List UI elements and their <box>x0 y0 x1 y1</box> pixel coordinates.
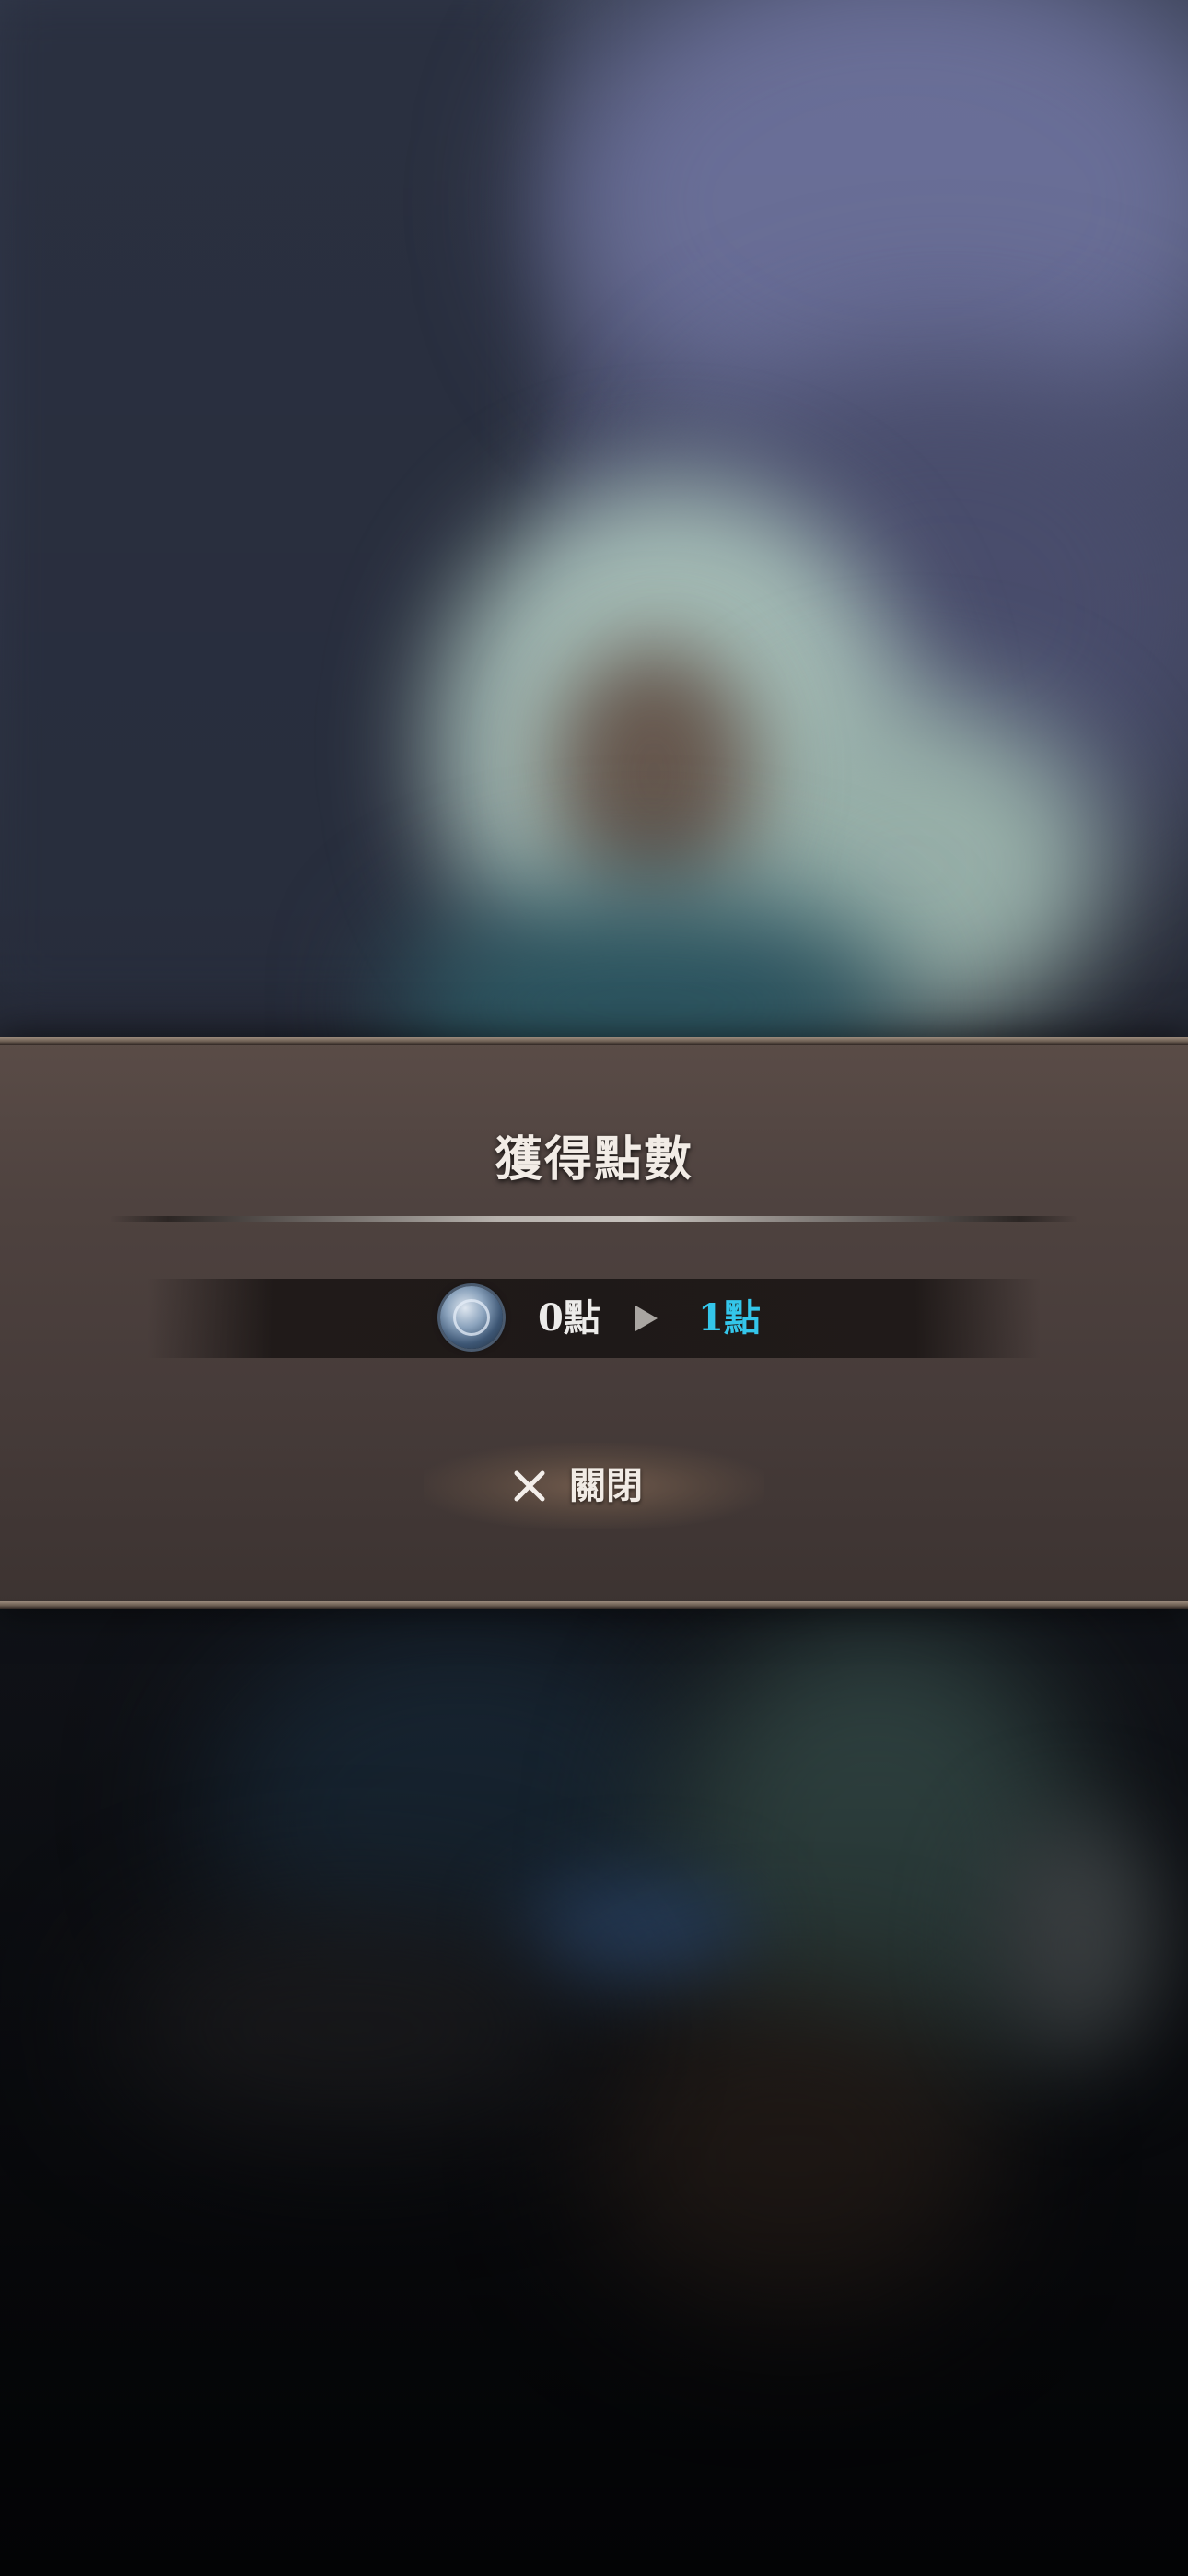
close-button-label: 關閉 <box>569 1464 643 1507</box>
dialog-title: 獲得點數 <box>494 1131 693 1188</box>
close-x-icon <box>514 1470 545 1502</box>
title-divider <box>111 1216 1077 1222</box>
points-gained-dialog: 獲得點數 0點 1點 關閉 <box>0 1037 1188 1609</box>
points-before: 0點 <box>538 1296 600 1340</box>
close-button[interactable]: 關閉 <box>424 1443 764 1529</box>
points-after: 1點 <box>698 1296 761 1340</box>
points-change-row: 0點 1點 <box>147 1279 1041 1358</box>
blue-point-coin-icon <box>440 1286 503 1349</box>
arrow-right-icon <box>635 1306 658 1331</box>
